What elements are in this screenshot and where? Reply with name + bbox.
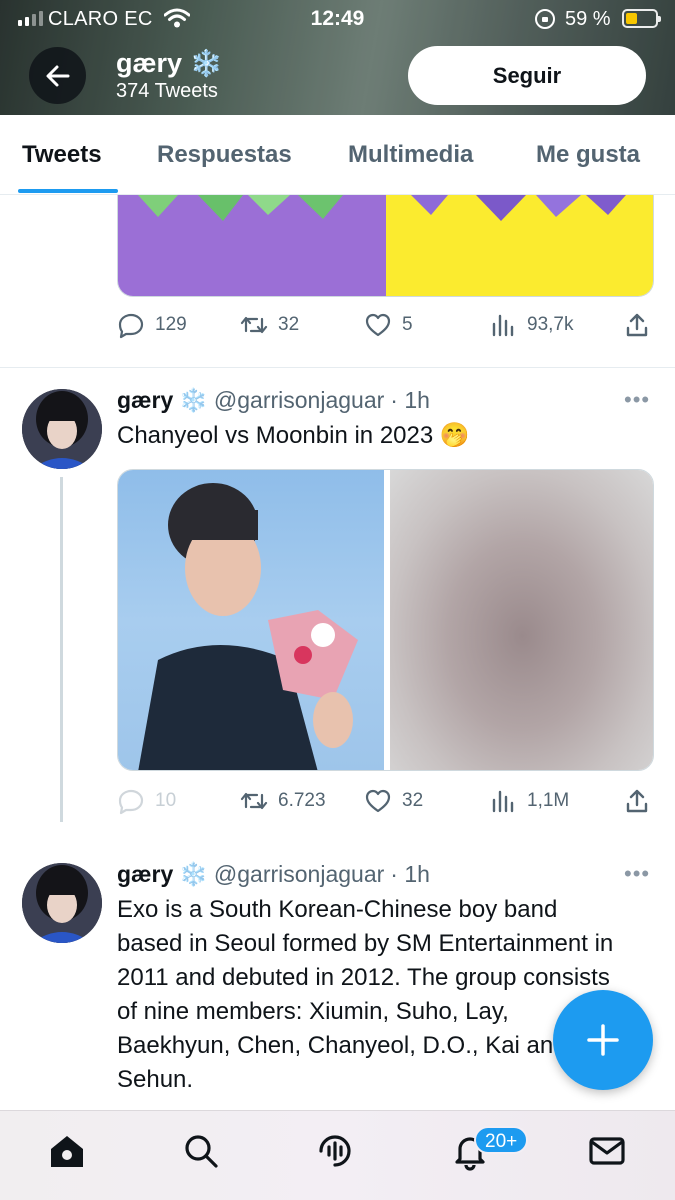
tweet-feed[interactable]: 129 32 5 93,7k gæry ❄️ @garrisonjaguar ·… [0, 195, 675, 1110]
profile-tabs: Tweets Respuestas Multimedia Me gusta [0, 115, 675, 195]
avatar-image [22, 863, 102, 943]
profile-name: gæry ❄️ [116, 48, 222, 79]
tweet-header: gæry ❄️ @garrisonjaguar · 1h [117, 861, 430, 888]
battery-percent: 59 % [565, 8, 611, 30]
retweet-count: 32 [278, 314, 300, 335]
tab-tweets[interactable]: Tweets [22, 141, 102, 169]
author-name[interactable]: gæry [117, 861, 173, 888]
author-handle[interactable]: @garrisonjaguar [214, 861, 384, 888]
search-icon[interactable] [181, 1131, 221, 1171]
media-image[interactable] [386, 195, 653, 296]
tab-replies[interactable]: Respuestas [157, 141, 292, 169]
like-button[interactable]: 32 [364, 787, 423, 815]
profile-name-text: gæry [116, 48, 183, 78]
compose-tweet-button[interactable] [553, 990, 653, 1090]
tweet-media[interactable] [117, 469, 654, 771]
notifications-badge: 20+ [474, 1126, 529, 1154]
media-image-right[interactable] [390, 470, 653, 770]
active-tab-indicator [18, 189, 118, 193]
retweet-icon [240, 316, 268, 334]
analytics-icon [492, 790, 514, 813]
analytics-icon [492, 314, 514, 337]
arrow-left-icon [46, 65, 69, 86]
snowflake-emoji: ❄️ [190, 48, 223, 78]
share-icon [626, 789, 648, 813]
snowflake-emoji: ❄️ [179, 861, 208, 887]
back-button[interactable] [29, 47, 86, 104]
profile-header: CLARO EC 12:49 59 % gæry ❄️ 374 Tweets S… [0, 0, 675, 115]
retweet-button[interactable]: 32 [240, 311, 299, 339]
more-options-icon[interactable]: ••• [624, 861, 650, 887]
tab-likes[interactable]: Me gusta [536, 141, 640, 169]
tweet-actions: 10 6.723 32 1,1M [117, 787, 657, 821]
view-count: 93,7k [527, 314, 574, 335]
snowflake-emoji: ❄️ [179, 387, 208, 413]
tweet-actions: 129 32 5 93,7k [117, 311, 657, 345]
avatar-image [22, 389, 102, 469]
reply-button[interactable]: 10 [117, 787, 176, 815]
share-button[interactable] [623, 787, 651, 815]
author-name[interactable]: gæry [117, 387, 173, 414]
tweet-count: 374 Tweets [116, 80, 218, 102]
bottom-navigation: 20+ [0, 1110, 675, 1200]
orientation-lock-icon [535, 9, 555, 29]
leaf-illustration [411, 195, 626, 221]
reply-count: 10 [155, 790, 177, 811]
tweet-text: Chanyeol vs Moonbin in 2023 🤭 [117, 422, 470, 449]
tweet[interactable]: gæry ❄️ @garrisonjaguar · 1h ••• Chanyeo… [0, 367, 675, 837]
views-button[interactable]: 1,1M [489, 787, 569, 815]
follow-button[interactable]: Seguir [408, 46, 646, 105]
home-icon[interactable] [47, 1131, 87, 1171]
tweet-time: · 1h [390, 387, 430, 413]
like-count: 5 [402, 314, 413, 335]
photo-person [138, 483, 358, 770]
previous-tweet-media[interactable] [117, 195, 654, 297]
reply-count: 129 [155, 314, 187, 335]
reply-button[interactable]: 129 [117, 311, 187, 339]
like-button[interactable]: 5 [364, 311, 413, 339]
retweet-button[interactable]: 6.723 [240, 787, 326, 815]
heart-icon [365, 789, 391, 813]
leaf-illustration [138, 195, 343, 221]
retweet-icon [240, 792, 268, 810]
retweet-count: 6.723 [278, 790, 326, 811]
spaces-icon[interactable] [315, 1131, 355, 1171]
more-options-icon[interactable]: ••• [624, 387, 650, 413]
battery-icon [622, 9, 661, 28]
view-count: 1,1M [527, 790, 570, 811]
author-handle[interactable]: @garrisonjaguar [214, 387, 384, 414]
plus-icon [587, 1024, 619, 1056]
reply-icon [118, 313, 144, 339]
share-icon [626, 313, 648, 337]
avatar[interactable] [22, 389, 102, 469]
reply-icon [118, 789, 144, 815]
share-button[interactable] [623, 311, 651, 339]
tab-media[interactable]: Multimedia [348, 141, 473, 169]
like-count: 32 [402, 790, 424, 811]
messages-mail-icon[interactable] [587, 1131, 627, 1171]
tweet-text: Exo is a South Korean-Chinese boy band b… [117, 896, 614, 1093]
media-image-left[interactable] [118, 470, 384, 770]
tweet-time: · 1h [390, 861, 430, 887]
views-button[interactable]: 93,7k [489, 311, 573, 339]
tweet-header: gæry ❄️ @garrisonjaguar · 1h [117, 387, 430, 414]
heart-icon [365, 313, 391, 337]
avatar[interactable] [22, 863, 102, 943]
status-bar: CLARO EC 12:49 59 % [0, 0, 675, 38]
media-image[interactable] [118, 195, 386, 296]
thread-connector [60, 477, 63, 822]
